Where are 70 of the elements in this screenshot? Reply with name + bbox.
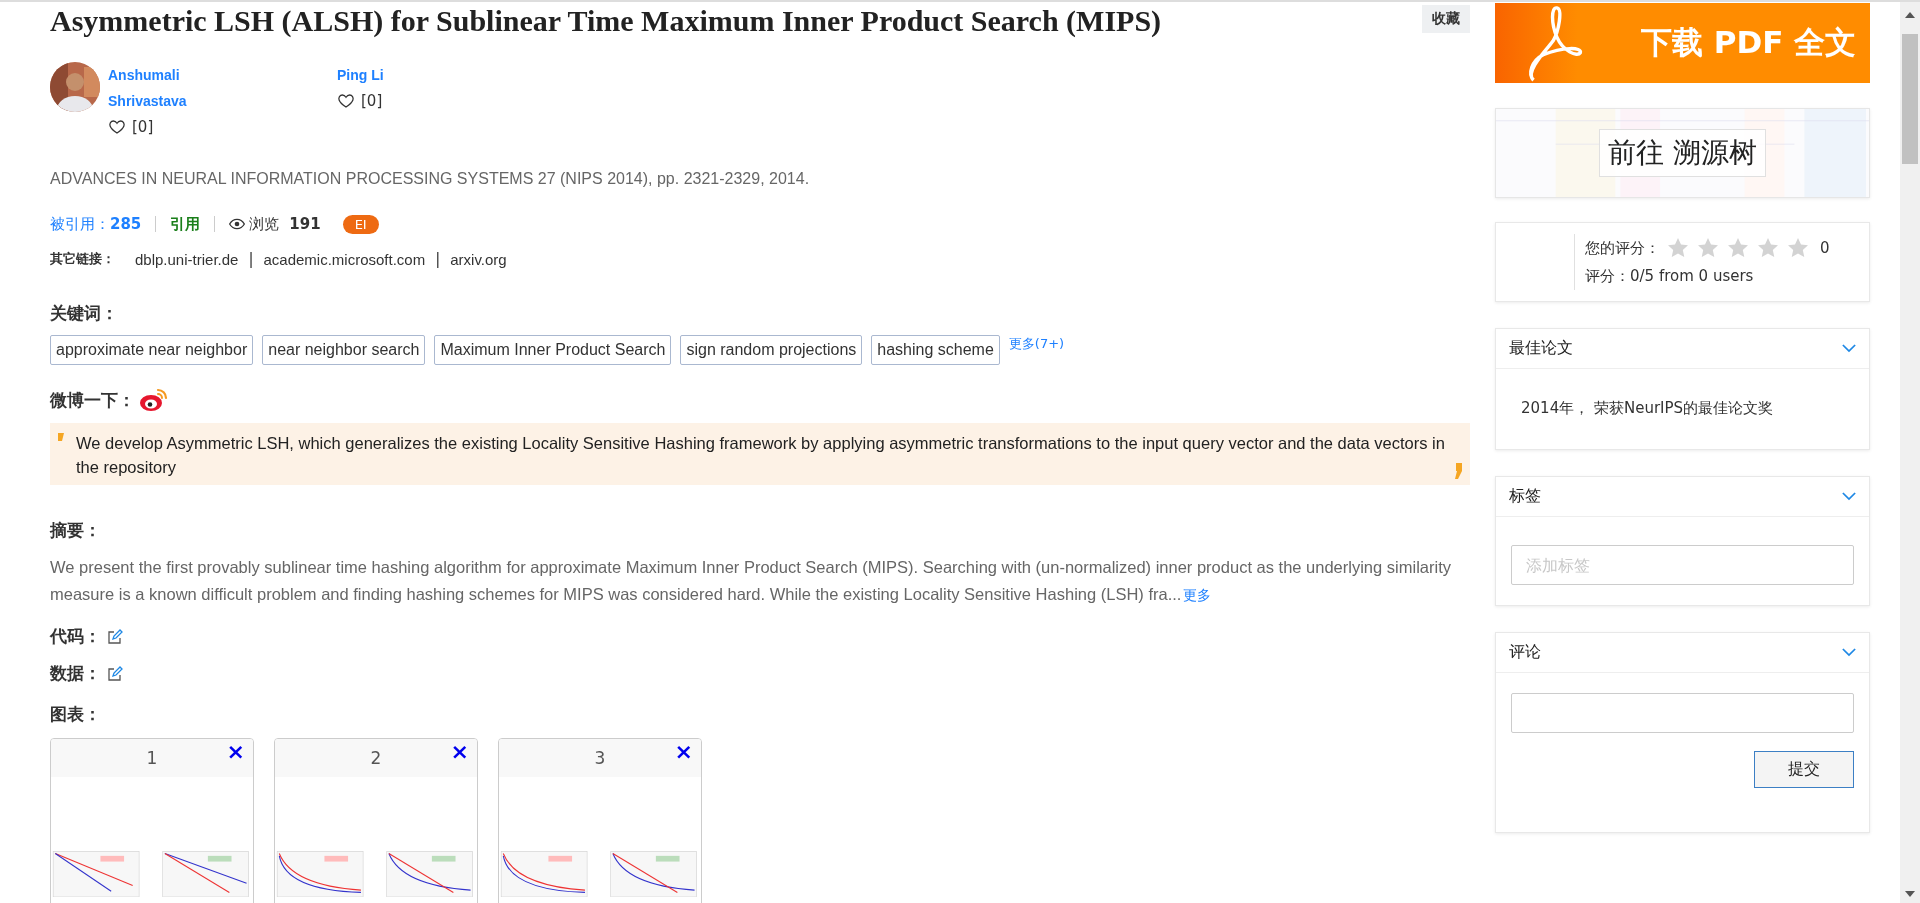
banner-text: 前往 溯源树 — [1599, 129, 1766, 177]
scrollbar-track[interactable] — [1900, 2, 1920, 903]
abstract-text: We present the first provably sublinear time hashing algorithm for approximate Maximum Inner Product Search (MIPS). Searching with (un-normalized) inner product as the underlying similarity measure is a known difficult problem and finding hashing schemes for MIPS was considered hard. While the existing Locality Sensitive Hashing (LSH) fra...更多 — [50, 557, 1452, 605]
link-separator: | — [435, 250, 441, 268]
views-count: 191 — [289, 215, 321, 233]
links-label: 其它链接： — [50, 250, 115, 268]
like-count: [0] — [132, 117, 154, 138]
figure-card[interactable]: 2 × — [274, 738, 478, 903]
section-heading: 摘要： — [50, 519, 102, 542]
keyword-tag[interactable]: near neighbor search — [262, 335, 426, 365]
link-separator: | — [248, 250, 254, 268]
ei-badge: EI — [342, 214, 379, 234]
keyword-tag[interactable]: Maximum Inner Product Search — [434, 335, 672, 365]
heart-icon[interactable] — [337, 92, 355, 110]
cite-link[interactable]: 引用 — [170, 214, 201, 234]
close-button[interactable]: × — [674, 739, 693, 765]
star-rating[interactable] — [1666, 236, 1810, 260]
quote-text: We develop Asymmetric LSH, which generalizes the existing Locality Sensitive Hashing framework by applying asymmetric transformations to the input query vector and the data vectors in the repository — [76, 433, 1446, 478]
paper-title: Asymmetric LSH (ALSH) for Sublinear Time Maximum Inner Product Search (MIPS) — [50, 4, 1162, 38]
rating-score: 0 — [1820, 239, 1830, 257]
award-text: 2014年， 荣获NeurIPS的最佳论文奖 — [1520, 398, 1775, 419]
comment-input-field[interactable] — [1511, 693, 1854, 733]
close-quote-icon — [1454, 463, 1464, 479]
weibo-icon[interactable] — [139, 387, 169, 413]
section-heading: 微博一下： — [50, 388, 135, 412]
views-label: 浏览 — [249, 214, 280, 234]
heart-icon[interactable] — [108, 118, 126, 136]
keyword-tag[interactable]: hashing scheme — [871, 335, 1000, 365]
rating-summary: 评分：0/5 from 0 users — [1585, 266, 1755, 287]
more-link[interactable]: 更多 — [1183, 587, 1212, 603]
edit-icon[interactable] — [107, 665, 123, 682]
favorite-button[interactable]: 收藏 — [1422, 5, 1470, 33]
like-count: [0] — [361, 91, 383, 112]
edit-icon[interactable] — [107, 628, 123, 645]
panel-title: 评论 — [1509, 642, 1541, 663]
submit-button[interactable]: 提交 — [1754, 751, 1854, 788]
keyword-tag[interactable]: approximate near neighbor — [50, 335, 254, 365]
figure-number: 1 — [146, 748, 158, 768]
panel-title: 标签 — [1509, 486, 1541, 507]
eye-icon — [229, 216, 246, 232]
external-link[interactable]: academic.microsoft.com — [263, 250, 426, 268]
keyword-tag[interactable]: sign random projections — [680, 335, 863, 365]
close-button[interactable]: × — [450, 739, 469, 765]
chevron-down-icon[interactable] — [1842, 344, 1856, 353]
section-heading: 图表： — [50, 703, 102, 726]
panel-title: 最佳论文 — [1509, 338, 1573, 359]
rating-label: 您的评分： — [1585, 238, 1660, 258]
author-name[interactable]: Anshumali Shrivastava — [108, 62, 218, 114]
trace-tree-banner[interactable]: 前往 溯源树 — [1495, 108, 1870, 198]
chevron-down-icon[interactable] — [1842, 648, 1856, 657]
section-heading: 关键词： — [50, 302, 119, 325]
external-link[interactable]: arxiv.org — [450, 250, 507, 268]
section-heading: 数据： — [50, 662, 101, 685]
author-name[interactable]: Ping Li — [337, 62, 447, 88]
more-link[interactable]: 更多(7+) — [1008, 335, 1065, 353]
section-heading: 代码： — [50, 625, 101, 648]
cited-label[interactable]: 被引用： — [50, 214, 110, 234]
chevron-down-icon[interactable] — [1842, 492, 1856, 501]
figure-card[interactable]: 1 × — [50, 738, 254, 903]
cited-count[interactable]: 285 — [110, 215, 142, 233]
scroll-up-icon[interactable] — [1905, 12, 1915, 18]
figure-number: 3 — [594, 748, 606, 768]
external-link[interactable]: dblp.uni-trier.de — [135, 250, 239, 268]
figure-card[interactable]: 3 × — [498, 738, 702, 903]
figure-number: 2 — [370, 748, 382, 768]
close-button[interactable]: × — [226, 739, 245, 765]
venue-text: ADVANCES IN NEURAL INFORMATION PROCESSING SYSTEMS 27 (NIPS 2014), pp. 2321-2329, 2014. — [50, 170, 811, 188]
banner-text: 下载 PDF 全文 — [1641, 23, 1857, 62]
scroll-down-icon[interactable] — [1905, 891, 1915, 897]
scrollbar-thumb[interactable] — [1902, 34, 1918, 164]
